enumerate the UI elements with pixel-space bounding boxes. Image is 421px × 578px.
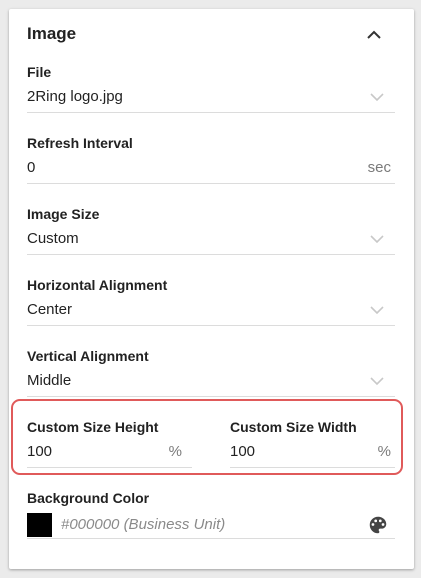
image-size-value: Custom: [27, 230, 79, 247]
horizontal-alignment-value: Center: [27, 301, 73, 318]
chevron-down-icon: [370, 93, 384, 102]
section-title: Image: [27, 24, 77, 43]
refresh-interval-unit: sec: [367, 159, 391, 176]
vertical-alignment-label: Vertical Alignment: [27, 348, 149, 364]
palette-icon[interactable]: [367, 514, 389, 536]
vertical-alignment-field: Vertical Alignment Middle: [27, 348, 395, 397]
vertical-alignment-select[interactable]: Middle: [27, 370, 395, 397]
image-size-field: Image Size Custom: [27, 206, 395, 255]
image-size-label: Image Size: [27, 206, 100, 222]
horizontal-alignment-field: Horizontal Alignment Center: [27, 277, 395, 326]
refresh-interval-label: Refresh Interval: [27, 135, 133, 151]
custom-size-height-label: Custom Size Height: [27, 419, 159, 435]
refresh-interval-field: Refresh Interval 0 sec: [27, 135, 395, 184]
horizontal-alignment-select[interactable]: Center: [27, 299, 395, 326]
chevron-up-icon: [367, 30, 381, 39]
file-value: 2Ring logo.jpg: [27, 88, 123, 105]
custom-size-width-value: 100: [230, 443, 256, 460]
file-label: File: [27, 64, 52, 80]
custom-size-width-unit: %: [377, 443, 391, 460]
custom-size-width-label: Custom Size Width: [230, 419, 357, 435]
custom-size-width-input[interactable]: 100 %: [230, 441, 395, 468]
file-field: File 2Ring logo.jpg: [27, 64, 395, 113]
collapse-button[interactable]: [362, 23, 386, 47]
background-color-label: Background Color: [27, 490, 150, 506]
chevron-down-icon: [370, 306, 384, 315]
chevron-down-icon: [370, 235, 384, 244]
background-color-field: Background Color #000000 (Business Unit): [27, 490, 395, 539]
file-select[interactable]: 2Ring logo.jpg: [27, 86, 395, 113]
custom-size-height-input[interactable]: 100 %: [27, 441, 192, 468]
image-settings-panel: Image File 2Ring logo.jpg Refresh Interv…: [9, 9, 414, 569]
vertical-alignment-value: Middle: [27, 372, 72, 389]
refresh-interval-input[interactable]: 0 sec: [27, 157, 395, 184]
color-swatch[interactable]: [27, 513, 52, 537]
background-color-input[interactable]: #000000 (Business Unit): [27, 512, 395, 539]
custom-size-height-value: 100: [27, 443, 53, 460]
custom-size-width-field: Custom Size Width 100 %: [230, 419, 395, 468]
chevron-down-icon: [370, 377, 384, 386]
background-color-value: #000000 (Business Unit): [61, 516, 226, 533]
custom-size-height-unit: %: [168, 443, 182, 460]
refresh-interval-value: 0: [27, 159, 36, 176]
horizontal-alignment-label: Horizontal Alignment: [27, 277, 168, 293]
custom-size-height-field: Custom Size Height 100 %: [27, 419, 192, 468]
image-size-select[interactable]: Custom: [27, 228, 395, 255]
